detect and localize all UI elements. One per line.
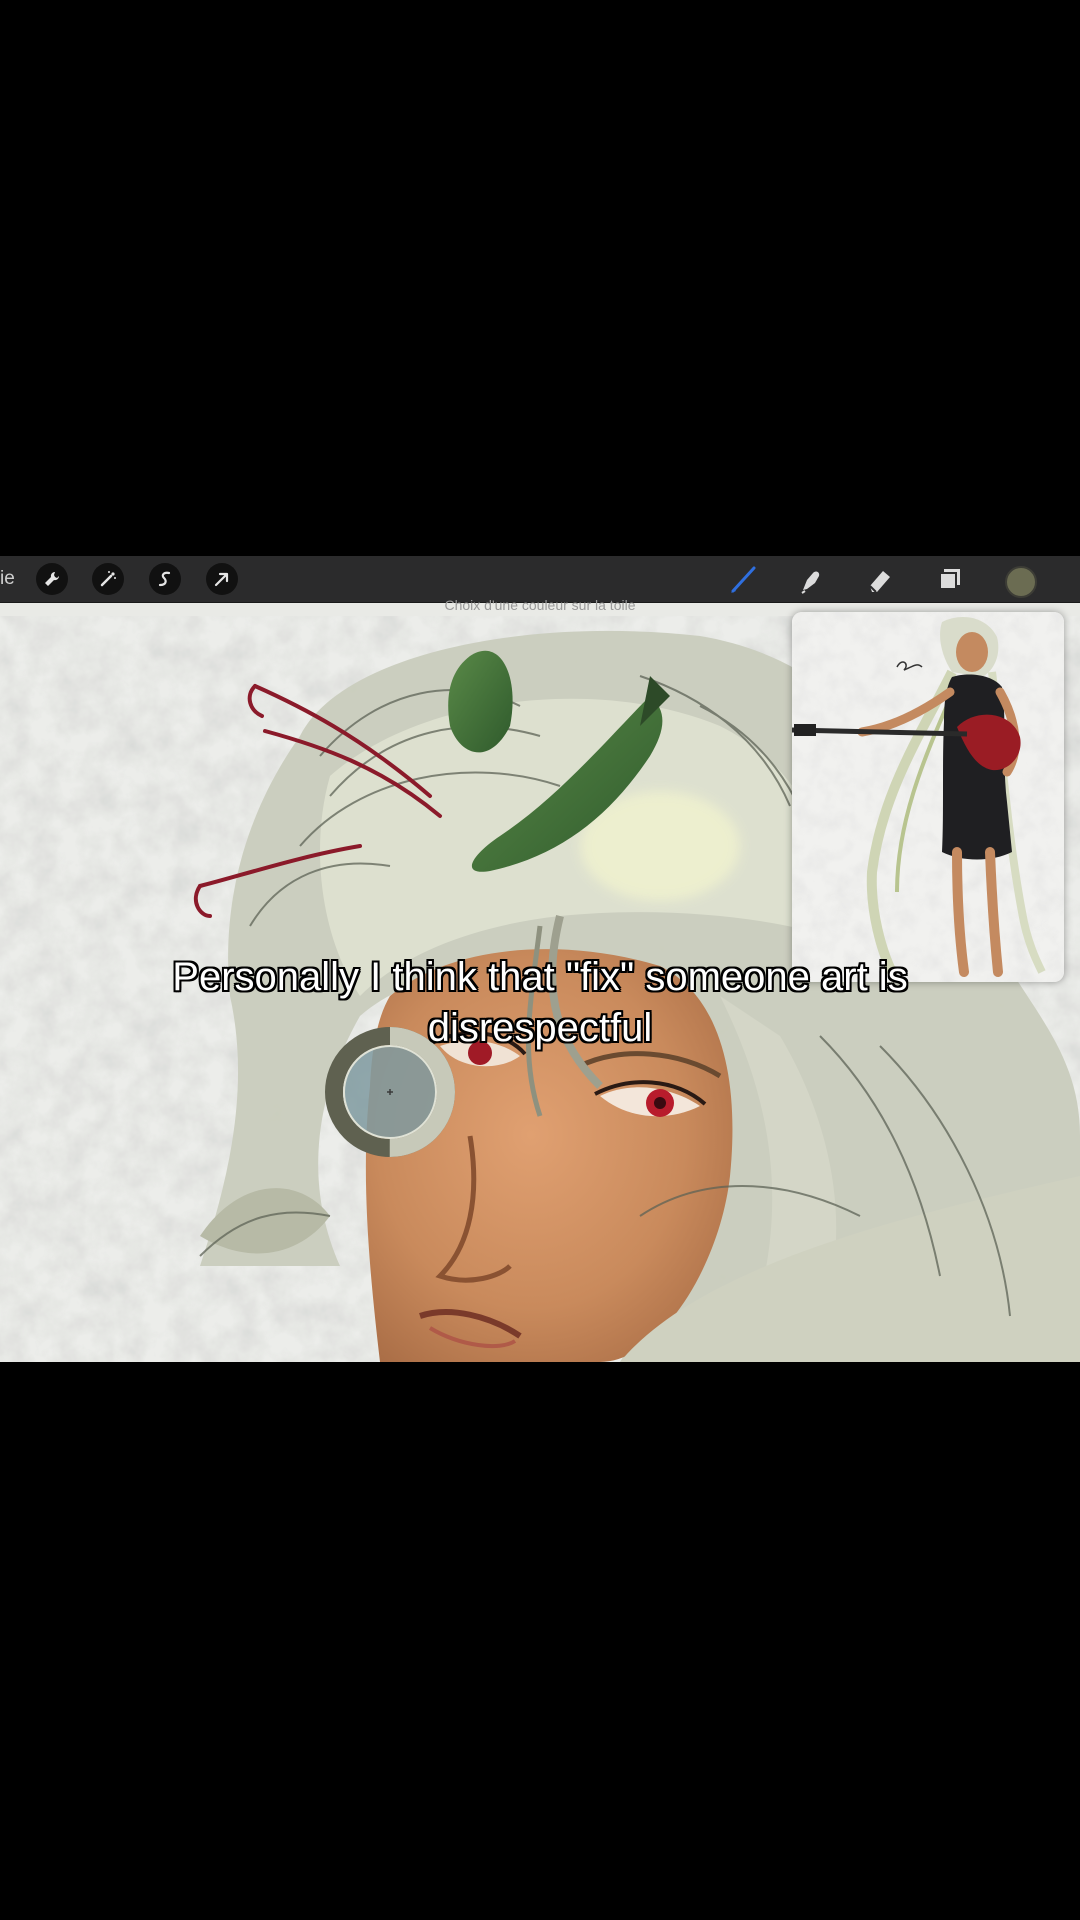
top-toolbar: ie xyxy=(0,556,1080,603)
reference-window[interactable] xyxy=(792,612,1064,982)
caption-line-2: disrespectful xyxy=(427,1006,653,1050)
caption-line-1: Personally I think that "fix" someone ar… xyxy=(172,955,908,999)
gallery-button[interactable]: ie xyxy=(0,568,15,590)
magic-wand-icon[interactable] xyxy=(92,563,124,595)
smudge-icon[interactable] xyxy=(792,560,832,598)
reference-image xyxy=(792,612,1064,982)
current-color-swatch[interactable] xyxy=(1005,566,1037,598)
wrench-icon[interactable] xyxy=(36,563,68,595)
selection-icon[interactable] xyxy=(149,563,181,595)
brush-icon[interactable] xyxy=(724,560,764,598)
eyedropper-toast: Choix d'une couleur sur la toile xyxy=(444,600,636,612)
layers-icon[interactable] xyxy=(930,560,970,598)
eraser-icon[interactable] xyxy=(860,560,900,598)
transform-arrow-icon[interactable] xyxy=(206,563,238,595)
subtitle-caption: Personally I think that "fix" someone ar… xyxy=(0,952,1080,1054)
